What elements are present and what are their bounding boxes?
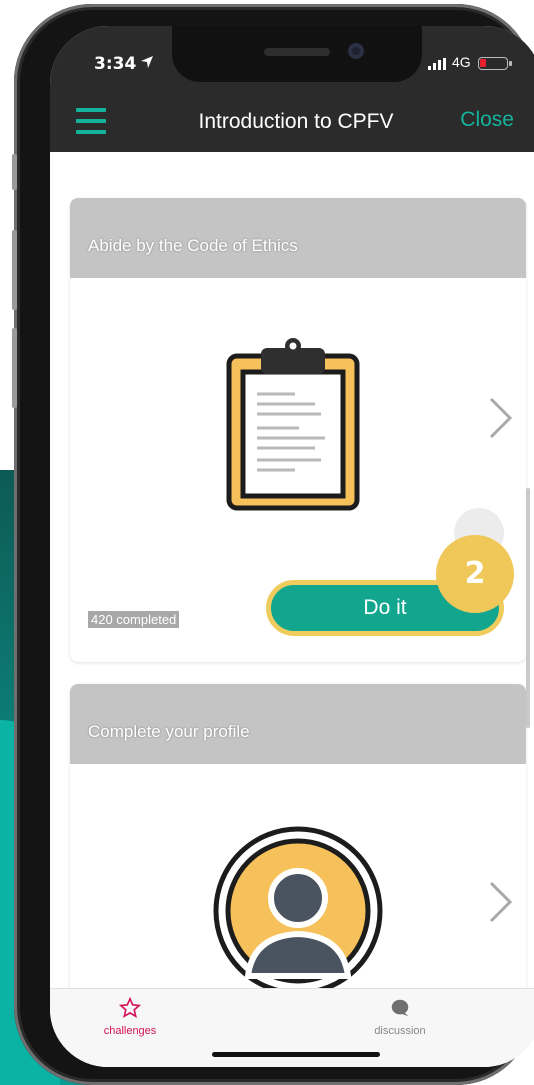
challenge-card-header: Abide by the Code of Ethics (70, 198, 526, 278)
star-icon (118, 996, 142, 1018)
home-indicator[interactable] (212, 1052, 380, 1057)
profile-avatar-icon (213, 826, 383, 994)
challenge-title: Complete your profile (88, 722, 250, 741)
volume-up-button (12, 230, 17, 310)
status-time: 3:34 (94, 54, 137, 74)
close-button[interactable]: Close (460, 108, 514, 132)
chevron-right-icon[interactable] (488, 396, 514, 440)
scrollbar[interactable] (526, 488, 530, 728)
chat-bubble-icon (391, 999, 409, 1017)
status-bar: 3:34 4G (50, 26, 534, 106)
mute-switch (12, 154, 17, 190)
tab-label: discussion (374, 1025, 426, 1037)
network-type: 4G (452, 54, 471, 70)
front-camera (348, 43, 364, 59)
chevron-right-icon[interactable] (488, 880, 514, 924)
signal-bars-icon (428, 58, 446, 70)
tab-challenges[interactable]: challenges (70, 996, 190, 1037)
tab-label: challenges (103, 1025, 157, 1037)
earpiece-speaker (264, 48, 330, 56)
volume-down-button (12, 328, 17, 408)
challenge-card[interactable]: Complete your profile (70, 684, 526, 994)
challenge-title: Abide by the Code of Ethics (88, 236, 298, 255)
completed-count: 420 completed (88, 611, 180, 628)
challenge-card[interactable]: Abide by the Code of Ethics 420 complete… (70, 198, 526, 662)
clipboard-icon (226, 338, 360, 511)
challenge-card-header: Complete your profile (70, 684, 526, 764)
nav-bar: Introduction to CPFV Close (50, 106, 534, 152)
tab-discussion[interactable]: discussion (340, 997, 460, 1037)
challenge-list: Abide by the Code of Ethics 420 complete… (50, 152, 534, 994)
step-badge: 2 (436, 535, 514, 613)
phone-screen: 3:34 4G Introduction to CPFV Close Abide… (50, 26, 534, 1067)
notch (172, 26, 422, 82)
battery-icon (478, 57, 512, 70)
location-arrow-icon (141, 56, 153, 68)
